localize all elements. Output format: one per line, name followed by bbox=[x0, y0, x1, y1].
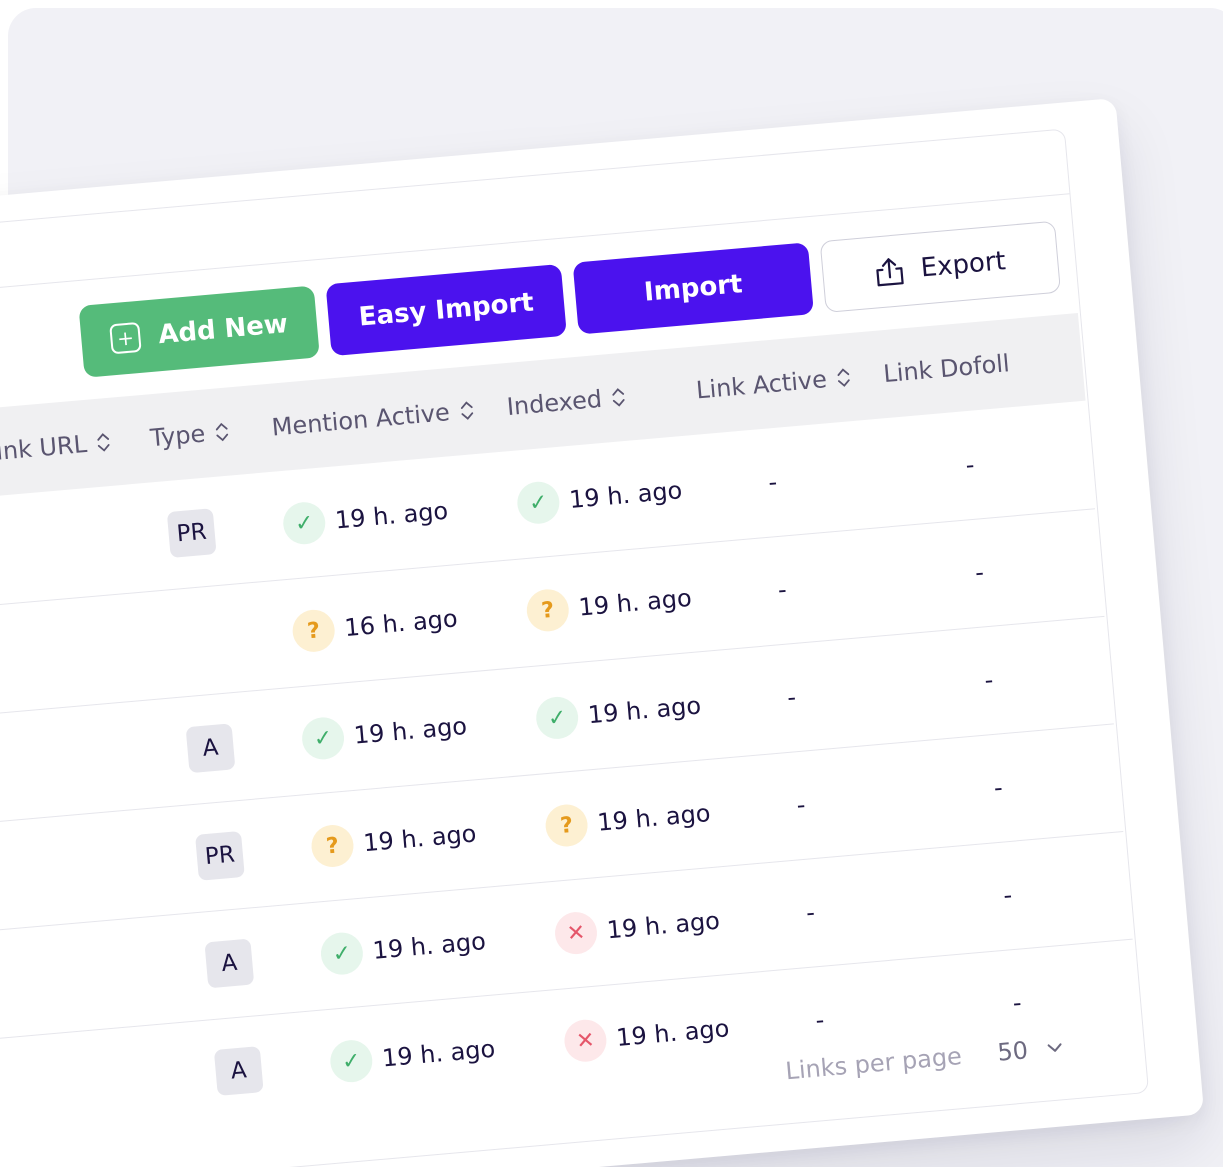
link-active-value: - bbox=[786, 683, 798, 712]
link-dofollow-value: - bbox=[983, 665, 995, 695]
links-per-page-select[interactable]: 50 bbox=[996, 1036, 1029, 1067]
import-button[interactable]: Import bbox=[572, 242, 814, 335]
screenshot-stage: + Add New Easy Import Import Export Link… bbox=[0, 0, 1223, 1167]
chevron-down-icon[interactable] bbox=[1045, 1041, 1064, 1055]
check-icon: ✓ bbox=[281, 500, 328, 546]
indexed-time: 19 h. ago bbox=[596, 798, 712, 837]
table-container: + Add New Easy Import Import Export Link… bbox=[0, 128, 1150, 1167]
type-badge: A bbox=[204, 938, 255, 989]
easy-import-button[interactable]: Easy Import bbox=[325, 263, 567, 357]
sort-icon bbox=[459, 400, 475, 421]
x-icon: ✕ bbox=[562, 1017, 609, 1064]
indexed-time: 19 h. ago bbox=[577, 583, 693, 622]
indexed-time: 19 h. ago bbox=[615, 1014, 731, 1052]
link-dofollow-value: - bbox=[964, 450, 976, 480]
export-label: Export bbox=[919, 246, 1007, 284]
easy-import-label: Easy Import bbox=[357, 287, 535, 333]
link-dofollow-value: - bbox=[1002, 881, 1014, 910]
sort-icon bbox=[214, 421, 230, 442]
column-header-link-url[interactable]: Link URL bbox=[0, 398, 115, 497]
check-icon: ✓ bbox=[300, 715, 346, 762]
link-dofollow-value: - bbox=[1011, 988, 1023, 1018]
link-active-value: - bbox=[814, 1005, 826, 1035]
add-new-label: Add New bbox=[157, 308, 290, 351]
links-table-card: + Add New Easy Import Import Export Link… bbox=[0, 97, 1205, 1167]
check-icon: ✓ bbox=[319, 930, 365, 977]
column-header-type[interactable]: Type bbox=[146, 388, 232, 483]
link-dofollow-value: - bbox=[992, 773, 1004, 803]
link-active-value: - bbox=[804, 898, 816, 927]
indexed-time: 19 h. ago bbox=[605, 906, 721, 945]
column-header-link-active[interactable]: Link Active bbox=[692, 333, 854, 434]
indexed-time: 19 h. ago bbox=[568, 476, 684, 514]
upload-icon bbox=[876, 258, 905, 287]
export-button[interactable]: Export bbox=[819, 220, 1062, 313]
check-icon: ✓ bbox=[328, 1038, 375, 1084]
column-header-indexed[interactable]: Indexed bbox=[503, 353, 630, 451]
question-icon: ? bbox=[525, 587, 571, 634]
check-icon: ✓ bbox=[534, 695, 580, 741]
question-icon: ? bbox=[309, 823, 356, 869]
check-icon: ✓ bbox=[515, 479, 562, 526]
question-icon: ? bbox=[543, 802, 590, 849]
link-active-value: - bbox=[795, 790, 807, 820]
sort-icon bbox=[96, 432, 112, 453]
import-label: Import bbox=[642, 269, 744, 308]
type-badge: PR bbox=[195, 830, 245, 881]
column-header-link-dofollow[interactable]: Link Dofoll bbox=[880, 319, 1014, 418]
mention-time: 19 h. ago bbox=[380, 1034, 497, 1073]
mention-time: 19 h. ago bbox=[362, 819, 478, 858]
add-new-button[interactable]: + Add New bbox=[78, 285, 320, 378]
mention-time: 19 h. ago bbox=[371, 927, 487, 965]
link-dofollow-value: - bbox=[973, 558, 986, 587]
mention-time: 19 h. ago bbox=[352, 711, 469, 750]
type-badge: PR bbox=[166, 508, 217, 558]
mention-time: 19 h. ago bbox=[333, 496, 450, 535]
link-active-value: - bbox=[767, 467, 779, 497]
mention-time: 16 h. ago bbox=[343, 604, 459, 643]
type-badge: A bbox=[213, 1046, 264, 1096]
indexed-time: 19 h. ago bbox=[586, 691, 703, 730]
link-active-value: - bbox=[776, 575, 788, 605]
sort-icon bbox=[611, 387, 627, 408]
toolbar: + Add New Easy Import Import Export bbox=[78, 220, 1062, 378]
sort-icon bbox=[836, 367, 852, 388]
plus-icon: + bbox=[109, 321, 142, 355]
question-icon: ? bbox=[290, 608, 337, 654]
type-badge: A bbox=[185, 723, 236, 774]
x-icon: ✕ bbox=[553, 910, 599, 956]
